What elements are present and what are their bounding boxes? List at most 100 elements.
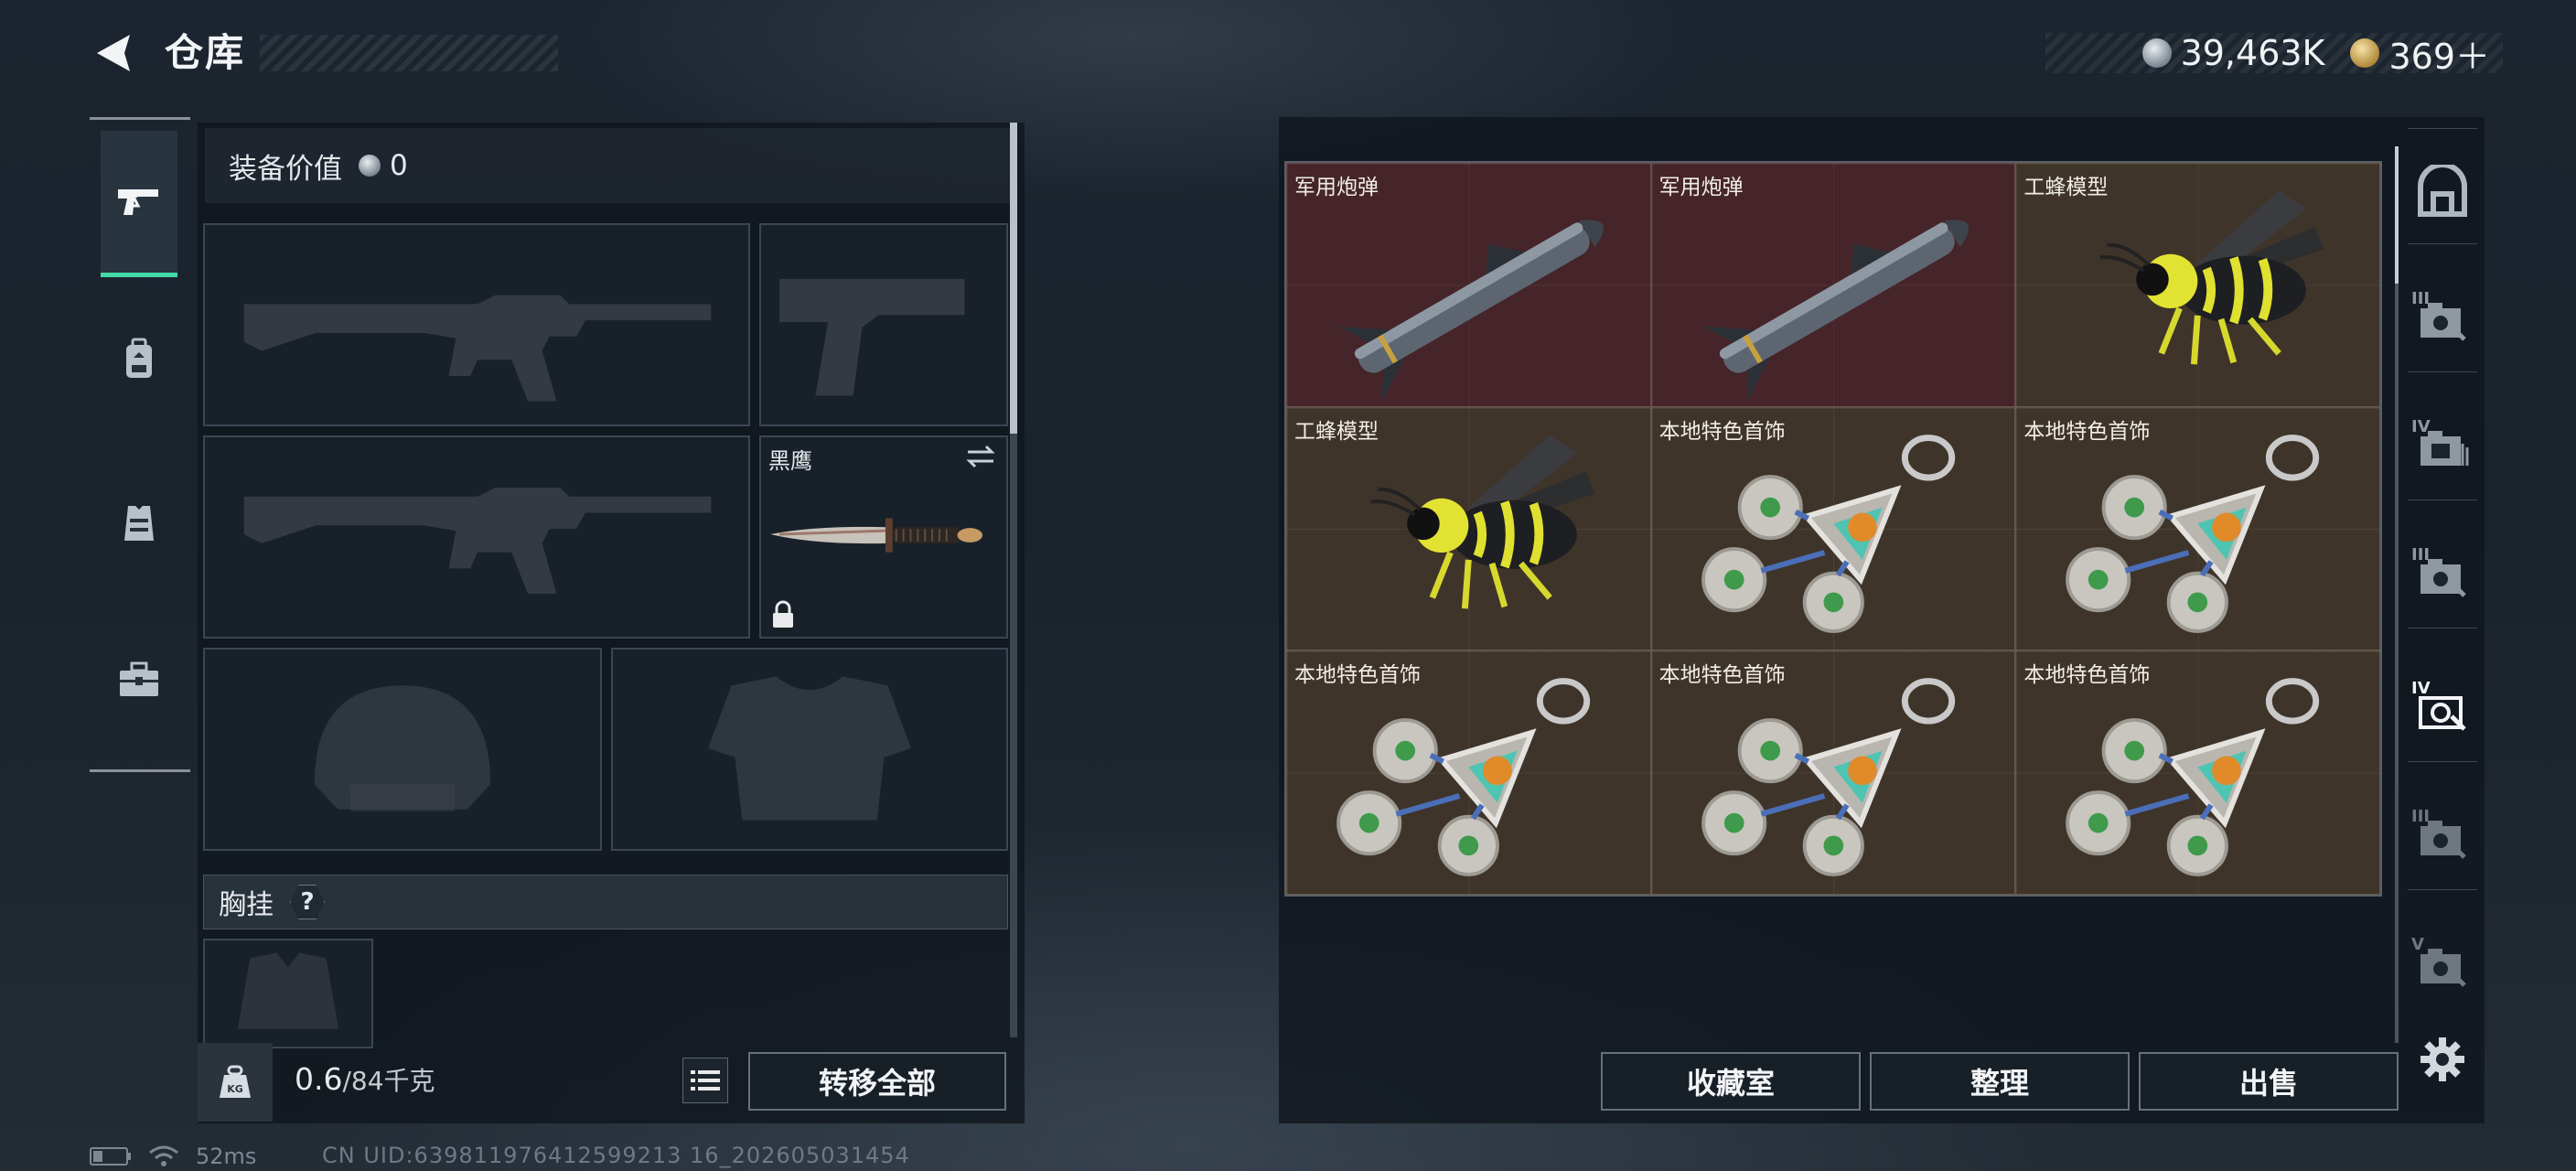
rifle-silhouette-icon [243, 487, 712, 594]
title-decoration [260, 35, 558, 71]
item-name: 本地特色首饰 [2023, 419, 2151, 444]
helmet-slot[interactable] [203, 648, 602, 851]
silver-coin-icon [2141, 38, 2172, 68]
storage-item[interactable]: 军用炮弹 [1286, 163, 1651, 407]
tab-storage-tier-active[interactable]: IV [2408, 675, 2477, 745]
safe-room-icon [2418, 165, 2467, 217]
rail-divider [2408, 889, 2477, 890]
sort-button[interactable]: 整理 [1870, 1052, 2130, 1111]
tier-label: IV [2411, 417, 2431, 436]
svg-text:KG: KG [227, 1083, 243, 1095]
armor-silhouette-icon [708, 676, 911, 821]
item-name: 本地特色首饰 [1658, 419, 1786, 444]
tier-label: III [2411, 545, 2431, 564]
storage-item[interactable]: 军用炮弹 [1650, 163, 2016, 407]
list-view-button[interactable] [682, 1058, 728, 1103]
list-icon [691, 1070, 720, 1090]
vest-icon [124, 506, 154, 541]
wifi-icon [149, 1145, 178, 1166]
chest-rig-silhouette-icon [237, 952, 339, 1029]
storage-item[interactable]: 本地特色首饰 [1650, 650, 2016, 895]
rail-divider [2408, 128, 2477, 129]
tier-label: III [2411, 289, 2431, 308]
storage-rail-scroll-thumb[interactable] [2395, 146, 2399, 284]
storage-item[interactable]: 本地特色首饰 [1286, 650, 1651, 895]
helmet-silhouette-icon [314, 685, 491, 811]
tab-storage-tier[interactable]: III [2408, 803, 2477, 873]
carry-weight: 0.6/84千克 [295, 1061, 435, 1098]
item-name: 军用炮弹 [1294, 176, 1379, 199]
storage-item[interactable]: 工蜂模型 [1286, 406, 1651, 651]
sell-button[interactable]: 出售 [2139, 1052, 2399, 1111]
storage-grid: 军用炮弹 军用炮弹 工蜂模型 工蜂模型 本地特色首饰 本地特色首饰 本地特色首饰… [1284, 161, 2382, 897]
equipment-panel: 装备价值 0 黑鹰 胸挂 ? [198, 123, 1025, 1123]
equipment-value: 0 [390, 149, 408, 182]
tab-backpack[interactable] [101, 286, 177, 433]
lock-icon [773, 600, 793, 628]
gold-balance[interactable]: 369＋ [2388, 28, 2490, 79]
toolbox-icon [120, 661, 158, 696]
equipment-value-bar: 装备价值 0 [205, 128, 1010, 203]
silver-coin-icon [359, 155, 381, 177]
carry-weight-capacity: /84千克 [342, 1066, 435, 1096]
user-uid: CN UID:639811976412599213 16_20260503145… [322, 1143, 910, 1168]
settings-button[interactable] [2408, 1025, 2477, 1094]
storage-item[interactable]: 工蜂模型 [2015, 163, 2380, 407]
gold-coin-icon [2350, 38, 2380, 68]
weight-indicator: KG [198, 1043, 273, 1122]
item-name: 本地特色首饰 [1294, 663, 1421, 688]
body-armor-slot[interactable] [611, 648, 1008, 851]
transfer-all-button[interactable]: 转移全部 [748, 1052, 1006, 1111]
item-name: 本地特色首饰 [2023, 663, 2151, 688]
storage-item[interactable]: 本地特色首饰 [2015, 650, 2380, 895]
category-rail [90, 117, 190, 772]
pistol-icon [118, 188, 158, 215]
collection-room-button[interactable]: 收藏室 [1601, 1052, 1861, 1111]
equipment-scroll-thumb[interactable] [1010, 123, 1017, 434]
ping-value: 52ms [196, 1144, 257, 1169]
knife-icon [770, 518, 983, 553]
equipment-value-label: 装备价值 [229, 152, 342, 186]
storage-item[interactable]: 本地特色首饰 [1650, 406, 2016, 651]
tab-toolbox[interactable] [101, 607, 177, 753]
chest-rig-header: 胸挂 ? [203, 875, 1008, 929]
tab-storage-tier[interactable]: III [2408, 285, 2477, 355]
item-name: 工蜂模型 [2023, 176, 2109, 199]
tab-storage-tier[interactable]: IV [2408, 414, 2477, 483]
tier-label: III [2411, 807, 2431, 826]
storage-item[interactable]: 本地特色首饰 [2015, 406, 2380, 651]
chest-rig-label: 胸挂 [219, 889, 274, 921]
tier-label: V [2411, 935, 2424, 954]
chest-rig-slot[interactable] [203, 939, 373, 1048]
tier-label: IV [2411, 679, 2431, 698]
sidearm-slot[interactable] [759, 223, 1008, 426]
back-button[interactable] [88, 27, 139, 79]
carry-weight-current: 0.6 [295, 1061, 343, 1097]
tab-weapons[interactable] [101, 131, 177, 277]
tab-vest[interactable] [101, 449, 177, 596]
rifle-silhouette-icon [243, 295, 712, 402]
weight-icon: KG [220, 1065, 251, 1098]
page-title: 仓库 [165, 30, 246, 75]
battery-icon [90, 1147, 131, 1166]
tab-storage-tier[interactable]: III [2408, 542, 2477, 611]
silver-balance: 39,463K [2180, 33, 2325, 73]
item-name: 军用炮弹 [1658, 176, 1744, 199]
backpack-icon [126, 338, 152, 378]
item-name: 工蜂模型 [1294, 419, 1379, 444]
tab-safe-room[interactable] [2408, 157, 2477, 227]
rail-divider [2408, 243, 2477, 244]
pistol-silhouette-icon [779, 278, 965, 396]
currency-bar: 39,463K 369＋ [2045, 33, 2503, 77]
melee-slot[interactable]: 黑鹰 [759, 435, 1008, 639]
rail-divider [2408, 371, 2477, 372]
rail-divider [2408, 761, 2477, 762]
gear-icon [2420, 1037, 2464, 1081]
help-icon[interactable]: ? [290, 885, 325, 919]
primary-weapon-slot[interactable] [203, 223, 750, 426]
secondary-weapon-slot[interactable] [203, 435, 750, 639]
tab-storage-tier[interactable]: V [2408, 931, 2477, 1001]
status-bar: 52ms [90, 1142, 256, 1171]
back-arrow-icon [97, 35, 130, 71]
item-name: 本地特色首饰 [1658, 663, 1786, 688]
